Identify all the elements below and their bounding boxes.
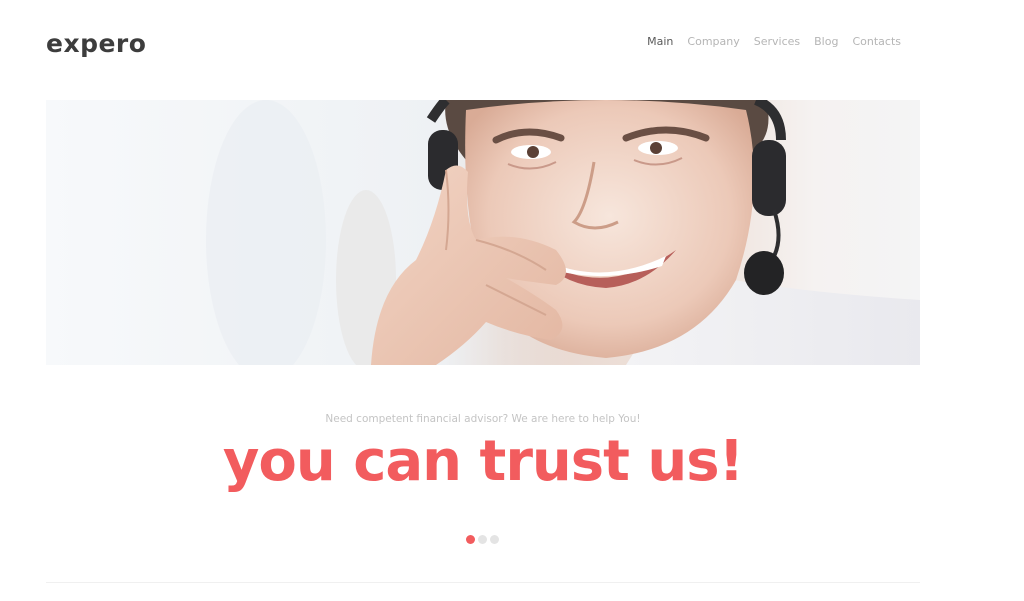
- slider-dot-3[interactable]: [490, 535, 499, 544]
- nav-item-blog[interactable]: Blog: [814, 34, 838, 50]
- slider-dot-2[interactable]: [478, 535, 487, 544]
- slider-pagination: [466, 535, 499, 544]
- hero-photo: [46, 100, 920, 365]
- nav-item-main[interactable]: Main: [647, 34, 673, 50]
- nav-item-company[interactable]: Company: [687, 34, 739, 50]
- slider-dot-1[interactable]: [466, 535, 475, 544]
- section-divider: [46, 582, 920, 583]
- page: expero Main Company Services Blog Contac…: [0, 0, 1024, 601]
- nav-item-contacts[interactable]: Contacts: [852, 34, 901, 50]
- main-nav: Main Company Services Blog Contacts: [647, 34, 901, 50]
- site-logo[interactable]: expero: [46, 26, 146, 62]
- nav-item-services[interactable]: Services: [754, 34, 800, 50]
- slide-tagline: Need competent financial advisor? We are…: [325, 413, 641, 425]
- slide-headline: you can trust us!: [222, 429, 744, 494]
- hero-banner: [46, 100, 920, 365]
